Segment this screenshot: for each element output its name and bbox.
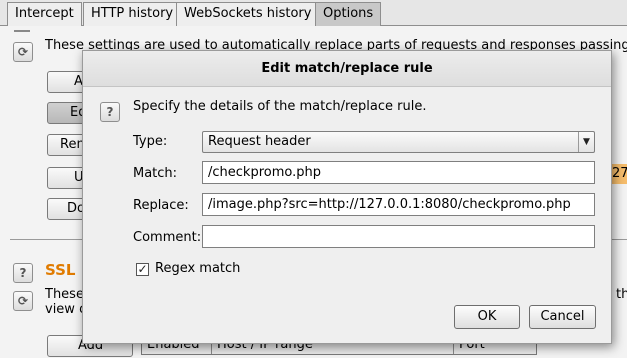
type-select[interactable]: Request header ▼ bbox=[202, 131, 595, 153]
ssl-description-line1: These bbox=[45, 287, 84, 302]
up-rule-button[interactable]: U bbox=[47, 167, 87, 189]
collapse-handle bbox=[14, 28, 30, 32]
help-icon[interactable]: ? bbox=[100, 102, 120, 122]
edit-match-replace-dialog: Edit match/replace rule ? Specify the de… bbox=[82, 50, 612, 344]
tab-options[interactable]: Options bbox=[315, 2, 382, 27]
down-rule-button[interactable]: Do bbox=[47, 198, 87, 220]
refresh-icon[interactable]: ⟳ bbox=[13, 291, 33, 311]
regex-match-checkbox[interactable]: ✓ bbox=[136, 263, 149, 276]
comment-field[interactable] bbox=[202, 225, 595, 248]
comment-label: Comment: bbox=[133, 230, 202, 245]
tab-bar: Intercept HTTP history WebSockets histor… bbox=[0, 0, 627, 27]
edit-rule-button[interactable]: Ed bbox=[47, 102, 87, 124]
match-field[interactable]: /checkpromo.php bbox=[202, 161, 595, 184]
type-select-value: Request header bbox=[208, 134, 311, 149]
dialog-intro: Specify the details of the match/replace… bbox=[133, 99, 427, 114]
help-icon[interactable]: ? bbox=[13, 263, 33, 283]
chevron-down-icon[interactable]: ▼ bbox=[578, 132, 594, 152]
tab-http-history[interactable]: HTTP history bbox=[83, 2, 182, 26]
replace-field[interactable]: /image.php?src=http://127.0.0.1:8080/che… bbox=[202, 193, 595, 216]
add-rule-button[interactable]: Ad bbox=[47, 71, 87, 93]
refresh-icon[interactable]: ⟳ bbox=[13, 42, 33, 62]
ok-button[interactable]: OK bbox=[454, 305, 520, 329]
remove-rule-button[interactable]: Rem bbox=[47, 134, 87, 156]
table-cell-highlighted: 27 bbox=[610, 164, 627, 184]
ssl-description-line1-end: th bbox=[616, 287, 627, 302]
ssl-description-line2: view o bbox=[45, 302, 88, 317]
regex-match-label[interactable]: Regex match bbox=[155, 261, 240, 276]
type-label: Type: bbox=[133, 134, 168, 149]
dialog-title: Edit match/replace rule bbox=[83, 51, 611, 87]
tab-intercept[interactable]: Intercept bbox=[7, 2, 82, 26]
cancel-button[interactable]: Cancel bbox=[529, 305, 596, 329]
match-label: Match: bbox=[133, 166, 178, 181]
replace-label: Replace: bbox=[133, 198, 189, 213]
tab-websockets-history[interactable]: WebSockets history bbox=[176, 2, 320, 26]
checkmark-icon: ✓ bbox=[137, 262, 148, 276]
